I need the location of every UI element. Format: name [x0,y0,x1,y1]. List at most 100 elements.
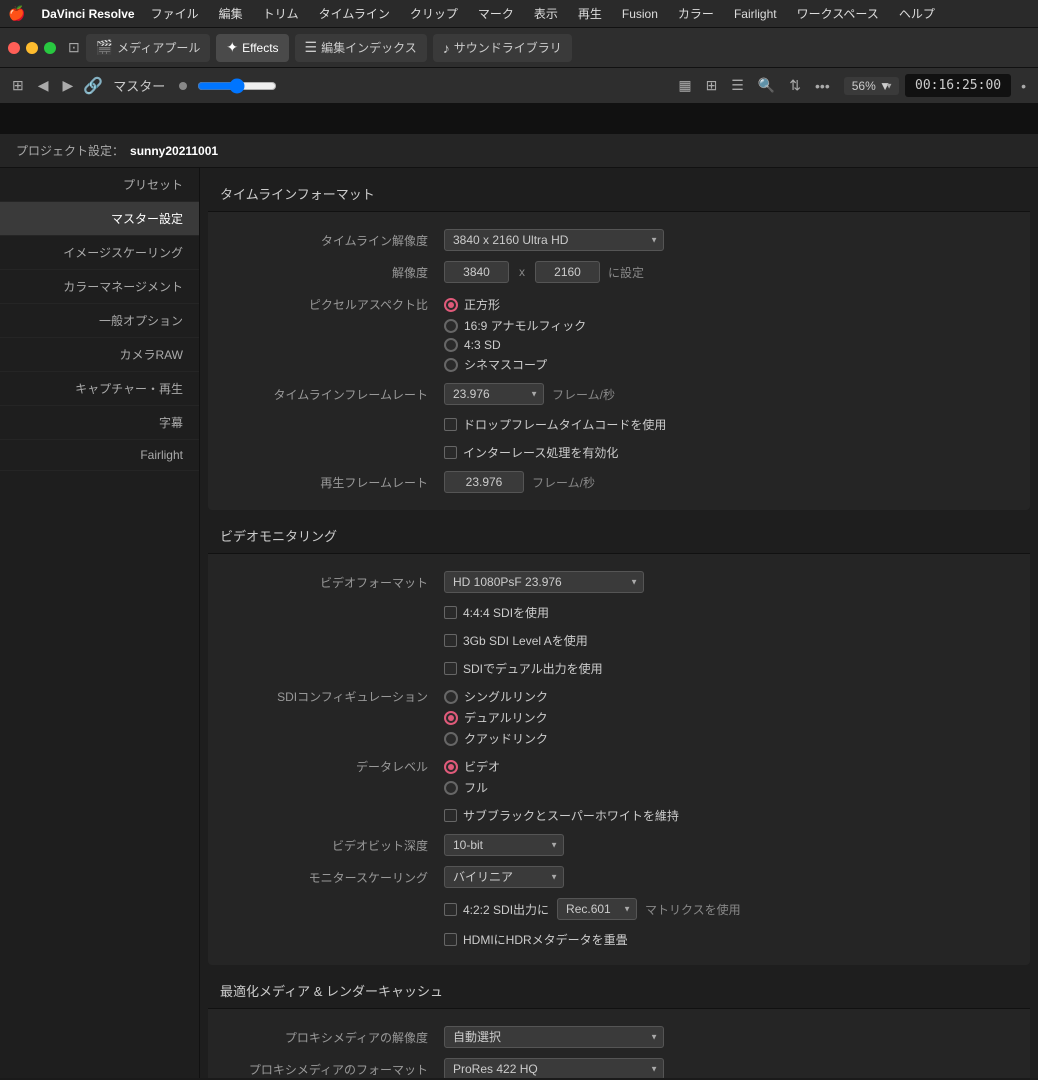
menu-color[interactable]: カラー [674,3,718,24]
hdmi-hdr-checkbox[interactable] [444,933,457,946]
effects-button[interactable]: ✦ Effects [216,34,288,62]
sub-black-checkbox[interactable] [444,809,457,822]
edit-index-icon: ☰ [305,39,318,56]
height-input[interactable]: 2160 [535,261,600,283]
sdi-3gb-checkbox[interactable] [444,634,457,647]
drop-frame-label: ドロップフレームタイムコードを使用 [463,416,666,433]
menu-file[interactable]: ファイル [147,3,203,24]
sidebar-item-master[interactable]: マスター設定 [0,202,199,236]
menu-fairlight[interactable]: Fairlight [730,5,781,23]
nav-left-button[interactable]: ◀ [34,75,53,96]
apple-logo-icon[interactable]: 🍎 [8,5,25,22]
data-level-video-item[interactable]: ビデオ [444,758,500,775]
menu-mark[interactable]: マーク [474,3,518,24]
aspect-cinemascope-item[interactable]: シネマスコープ [444,356,586,373]
sidebar-item-color-mgmt[interactable]: カラーマネージメント [0,270,199,304]
sdi-444-item[interactable]: 4:4:4 SDIを使用 [444,604,549,621]
sdi-dual-item[interactable]: デュアルリンク [444,709,548,726]
video-format-dropdown[interactable]: HD 1080PsF 23.976 [444,571,644,593]
aspect-cinemascope-radio[interactable] [444,358,458,372]
link-icon[interactable]: 🔗 [83,76,103,96]
sub-black-item[interactable]: サブブラックとスーパーホワイトを維持 [444,807,679,824]
menu-play[interactable]: 再生 [574,3,606,24]
sdi-single-item[interactable]: シングルリンク [444,688,548,705]
sound-library-button[interactable]: ♪ サウンドライブラリ [433,34,572,62]
interlace-checkbox-item[interactable]: インターレース処理を有効化 [444,444,618,461]
sdi-dual-output-checkbox[interactable] [444,662,457,675]
sdi-single-label: シングルリンク [464,688,548,705]
bit-depth-dropdown[interactable]: 10-bit [444,834,564,856]
menu-clip[interactable]: クリップ [406,3,462,24]
sdi-dual-output-item[interactable]: SDIでデュアル出力を使用 [444,660,603,677]
monitor-scaling-dropdown[interactable]: バイリニア [444,866,564,888]
sdi-3gb-item[interactable]: 3Gb SDI Level Aを使用 [444,632,588,649]
aspect-sd43-radio[interactable] [444,338,458,352]
sdi-config-control: シングルリンク デュアルリンク クアッドリンク [444,688,1014,747]
aspect-anamorphic-item[interactable]: 16:9 アナモルフィック [444,317,586,334]
media-pool-button[interactable]: 🎬 メディアプール [86,34,211,62]
aspect-anamorphic-radio[interactable] [444,319,458,333]
layout-toggle-button[interactable]: ⊞ [8,75,28,96]
sdi-quad-item[interactable]: クアッドリンク [444,730,548,747]
search-button[interactable]: 🔍 [754,75,779,96]
menu-trim[interactable]: トリム [259,3,303,24]
proxy-format-dropdown-wrapper: ProRes 422 HQ [444,1058,664,1078]
sidebar-item-general-options[interactable]: 一般オプション [0,304,199,338]
playback-rate-input[interactable] [444,471,524,493]
width-input[interactable]: 3840 [444,261,509,283]
resolution-dropdown[interactable]: 3840 x 2160 Ultra HD [444,229,664,251]
data-level-full-item[interactable]: フル [444,779,500,796]
maximize-button[interactable] [44,42,56,54]
sdi-quad-radio[interactable] [444,732,458,746]
aspect-square-radio[interactable] [444,298,458,312]
proxy-format-dropdown[interactable]: ProRes 422 HQ [444,1058,664,1078]
timecode-more-button[interactable]: • [1017,76,1030,96]
proxy-res-dropdown[interactable]: 自動選択 [444,1026,664,1048]
interlace-checkbox[interactable] [444,446,457,459]
nav-right-button[interactable]: ▶ [59,75,78,96]
sdi-422-item[interactable]: 4:2:2 SDI出力に [444,901,549,918]
menu-edit[interactable]: 編集 [215,3,247,24]
aspect-square-item[interactable]: 正方形 [444,296,586,313]
menu-timeline[interactable]: タイムライン [315,3,394,24]
window-icon[interactable]: ⊡ [68,39,80,56]
hdmi-hdr-item[interactable]: HDMIにHDRメタデータを重畳 [444,931,628,948]
view-list-button[interactable]: ☰ [727,75,748,96]
sidebar-item-image-scaling[interactable]: イメージスケーリング [0,236,199,270]
playback-rate-label: 再生フレームレート [224,474,444,491]
nav-slider[interactable] [197,78,277,94]
framerate-dropdown[interactable]: 23.976 [444,383,544,405]
menu-workspace[interactable]: ワークスペース [793,3,883,24]
sidebar-item-subtitle[interactable]: 字幕 [0,406,199,440]
aspect-sd43-item[interactable]: 4:3 SD [444,338,586,352]
sdi-422-checkbox[interactable] [444,903,457,916]
menu-fusion[interactable]: Fusion [618,5,662,23]
sidebar-item-camera-raw[interactable]: カメラRAW [0,338,199,372]
sidebar-item-fairlight[interactable]: Fairlight [0,440,199,471]
proxy-res-label: プロキシメディアの解像度 [224,1029,444,1046]
sort-button[interactable]: ⇅ [785,75,805,96]
sdi-single-radio[interactable] [444,690,458,704]
sidebar-item-preset[interactable]: プリセット [0,168,199,202]
view-grid-button[interactable]: ⊞ [702,75,722,96]
playback-rate-unit: フレーム/秒 [532,474,595,491]
matrix-dropdown[interactable]: Rec.601 [557,898,637,920]
media-pool-icon: 🎬 [96,39,113,56]
aspect-cinemascope-label: シネマスコープ [464,356,547,373]
menu-view[interactable]: 表示 [530,3,562,24]
menu-help[interactable]: ヘルプ [895,3,939,24]
sidebar-item-capture[interactable]: キャプチャー・再生 [0,372,199,406]
minimize-button[interactable] [26,42,38,54]
sdi-dual-radio[interactable] [444,711,458,725]
data-level-full-radio[interactable] [444,781,458,795]
sdi-444-checkbox[interactable] [444,606,457,619]
more-button[interactable]: ••• [811,76,834,96]
view-storyboard-button[interactable]: ▦ [674,75,695,96]
edit-index-button[interactable]: ☰ 編集インデックス [295,34,427,62]
close-button[interactable] [8,42,20,54]
proxy-format-label: プロキシメディアのフォーマット [224,1061,444,1078]
drop-frame-checkbox[interactable] [444,418,457,431]
data-level-video-radio[interactable] [444,760,458,774]
drop-frame-checkbox-item[interactable]: ドロップフレームタイムコードを使用 [444,416,666,433]
zoom-selector[interactable]: 56% ▼ [844,77,899,95]
